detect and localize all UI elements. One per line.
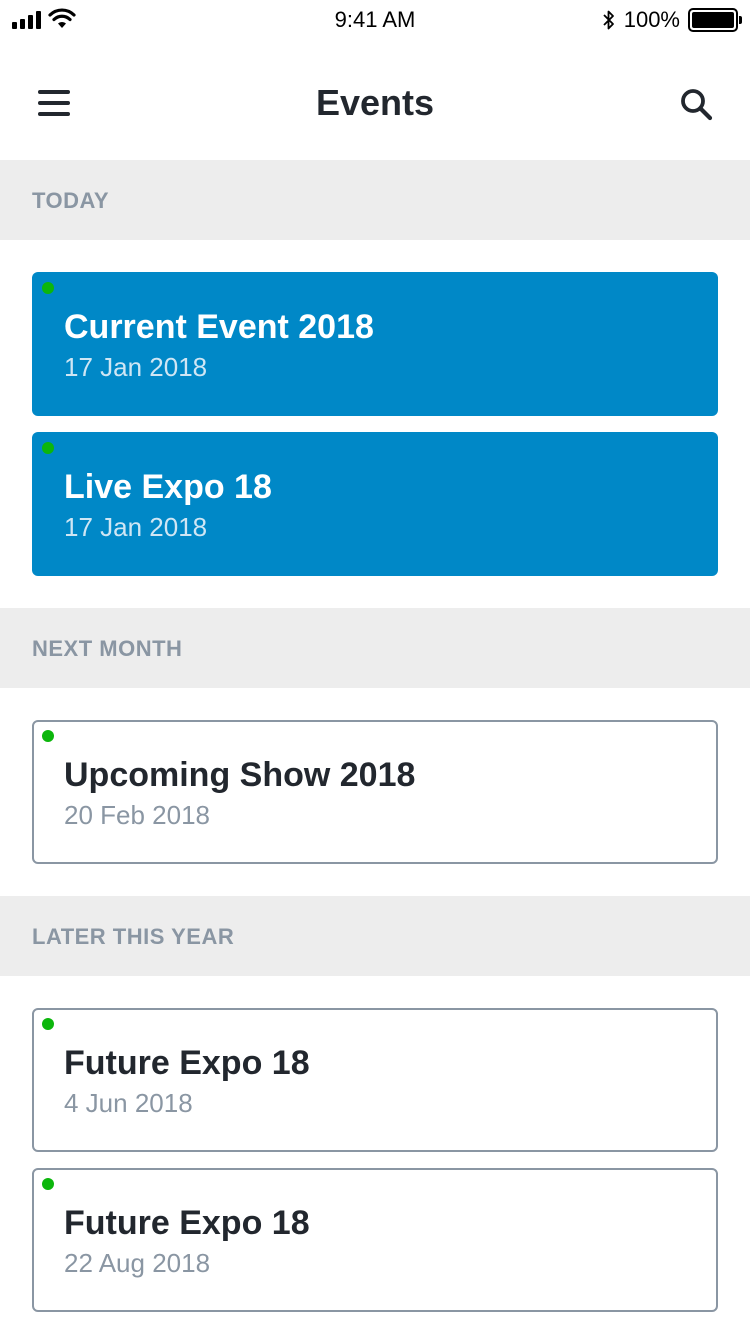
section-header-today: TODAY	[0, 160, 750, 240]
battery-fill	[692, 12, 734, 28]
status-dot-icon	[42, 442, 54, 454]
event-date: 4 Jun 2018	[64, 1088, 193, 1118]
status-dot-icon	[42, 282, 54, 294]
event-title: Live Expo 18	[64, 468, 272, 506]
event-card[interactable]: Future Expo 18 22 Aug 2018	[32, 1168, 718, 1312]
bluetooth-icon	[603, 10, 614, 30]
search-icon[interactable]	[680, 88, 714, 122]
section-title: LATER THIS YEAR	[32, 924, 235, 949]
event-title: Future Expo 18	[64, 1044, 310, 1082]
status-dot-icon	[42, 1178, 54, 1190]
section-title: TODAY	[32, 188, 110, 213]
event-date: 20 Feb 2018	[64, 800, 211, 830]
nav-bar: Events	[0, 40, 750, 160]
section-header-later-this-year: LATER THIS YEAR	[0, 896, 750, 976]
status-dot-icon	[42, 730, 54, 742]
status-bar: 9:41 AM 100%	[0, 0, 750, 40]
section-title: NEXT MONTH	[32, 636, 183, 661]
event-date: 17 Jan 2018	[64, 512, 208, 542]
event-title: Future Expo 18	[64, 1204, 310, 1242]
status-right: 100%	[602, 7, 742, 33]
event-title: Upcoming Show 2018	[64, 756, 416, 794]
event-card[interactable]: Future Expo 18 4 Jun 2018	[32, 1008, 718, 1152]
page-title: Events	[315, 82, 435, 123]
event-card[interactable]: Live Expo 18 17 Jan 2018	[32, 432, 718, 576]
status-dot-icon	[42, 1018, 54, 1030]
battery-icon	[688, 8, 742, 32]
event-title: Current Event 2018	[64, 308, 374, 346]
event-date: 17 Jan 2018	[64, 352, 208, 382]
battery-tip	[739, 16, 742, 24]
battery-percent: 100%	[623, 7, 680, 32]
event-date: 22 Aug 2018	[64, 1248, 211, 1278]
section-header-next-month: NEXT MONTH	[0, 608, 750, 688]
event-card[interactable]: Upcoming Show 2018 20 Feb 2018	[32, 720, 718, 864]
event-card[interactable]: Current Event 2018 17 Jan 2018	[32, 272, 718, 416]
